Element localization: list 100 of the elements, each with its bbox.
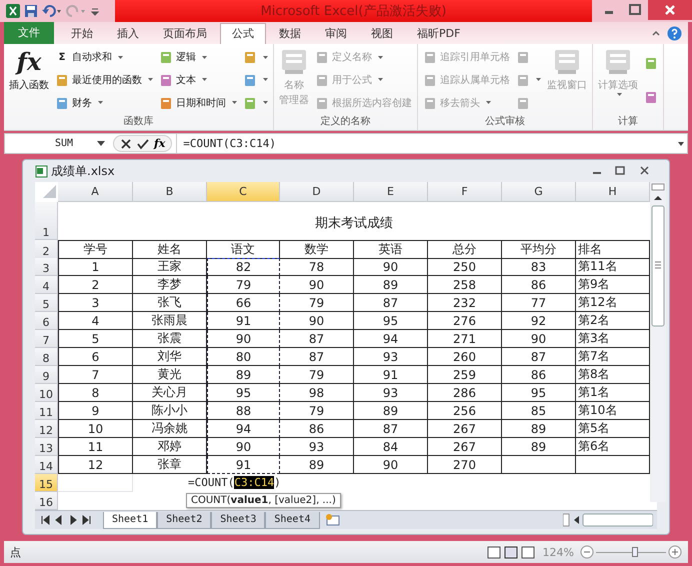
- column-header[interactable]: G: [502, 182, 576, 202]
- table-cell: 86: [502, 276, 576, 294]
- ribbon-tab[interactable]: 页面布局: [152, 24, 218, 44]
- column-header[interactable]: H: [576, 182, 650, 202]
- ribbon-button[interactable]: 文本: [157, 70, 239, 90]
- table-cell: 陈小小: [133, 402, 207, 420]
- book-icon: [315, 50, 329, 64]
- column-header[interactable]: E: [354, 182, 428, 202]
- status-mode: 点: [10, 544, 21, 560]
- view-icons[interactable]: [486, 546, 537, 558]
- column-header[interactable]: D: [280, 182, 354, 202]
- collapse-icon[interactable]: [651, 28, 661, 38]
- row-header[interactable]: 5: [35, 294, 58, 312]
- table-cell: 90: [207, 438, 280, 456]
- caret-icon: [202, 56, 207, 59]
- book-icon: [315, 72, 329, 87]
- ribbon-button[interactable]: fx 插入函数: [7, 46, 51, 114]
- ribbon-button[interactable]: 日期和时间: [157, 93, 239, 112]
- row-header[interactable]: 16: [35, 492, 58, 510]
- table-cell: 95: [502, 384, 576, 402]
- caret-icon: [98, 101, 103, 104]
- table-cell: 87: [354, 294, 428, 312]
- row-header[interactable]: 4: [35, 276, 58, 294]
- column-header[interactable]: C: [207, 182, 280, 202]
- ribbon-tab[interactable]: 视图: [360, 24, 404, 44]
- ribbon-tab[interactable]: 审阅: [314, 24, 358, 44]
- table-cell: 86: [502, 366, 576, 384]
- column-header[interactable]: B: [133, 182, 207, 202]
- sheet-tab[interactable]: Sheet4: [265, 512, 320, 528]
- horizontal-scrollbar[interactable]: [563, 513, 653, 527]
- row-header[interactable]: 13: [35, 438, 58, 456]
- row-header[interactable]: 3: [35, 258, 58, 276]
- table-cell: 8: [58, 384, 133, 402]
- name-box[interactable]: SUM: [5, 138, 93, 149]
- row-header[interactable]: 14: [35, 456, 58, 474]
- table-cell: 89: [354, 276, 428, 294]
- table-cell: 平均分: [502, 240, 576, 259]
- book-icon: [243, 72, 257, 87]
- table-cell: 260: [428, 348, 502, 366]
- enter-icon[interactable]: [137, 138, 149, 150]
- row-header[interactable]: 12: [35, 420, 58, 438]
- table-cell: 6: [58, 348, 133, 366]
- button-label: 管理器: [279, 94, 309, 107]
- table-cell: 276: [428, 312, 502, 330]
- vertical-scrollbar[interactable]: [650, 182, 666, 502]
- close-icon[interactable]: [648, 0, 692, 20]
- formula-field[interactable]: =COUNT(C3:C14): [176, 134, 671, 153]
- table-cell: 93: [280, 438, 354, 456]
- row-header[interactable]: 6: [35, 312, 58, 330]
- row-header[interactable]: 11: [35, 402, 58, 420]
- table-cell: 90: [354, 258, 428, 276]
- caret-icon: [378, 78, 383, 82]
- zoom-out-icon[interactable]: [580, 545, 594, 559]
- help-icon[interactable]: [667, 26, 682, 40]
- ribbon-button[interactable]: Σ 自动求和: [53, 48, 155, 67]
- row-header[interactable]: 1: [35, 202, 58, 240]
- row-header[interactable]: 2: [35, 240, 58, 259]
- undo-icon[interactable]: [42, 4, 62, 18]
- table-cell: 黄光: [133, 366, 207, 384]
- book-icon: [423, 50, 437, 64]
- caret-icon: [263, 78, 268, 82]
- book-icon: [516, 72, 530, 87]
- row-header[interactable]: 9: [35, 366, 58, 384]
- table-cell: 256: [428, 402, 502, 420]
- sheet-tab[interactable]: Sheet1: [103, 512, 158, 528]
- zoom-in-icon[interactable]: [668, 545, 682, 559]
- ribbon-tab[interactable]: 公式: [220, 23, 266, 44]
- caret-icon: [486, 101, 491, 104]
- ribbon-button[interactable]: 逻辑: [157, 48, 239, 67]
- cancel-icon[interactable]: [120, 138, 132, 150]
- sheet-tab[interactable]: Sheet3: [211, 512, 266, 528]
- table-cell: 英语: [354, 240, 428, 259]
- ribbon-button[interactable]: 财务: [53, 93, 155, 112]
- insert-function-button[interactable]: fx: [154, 137, 166, 150]
- column-header[interactable]: F: [428, 182, 502, 202]
- ribbon-button[interactable]: 最近使用的函数: [53, 70, 155, 90]
- cell-formula[interactable]: =COUNT(C3:C14): [133, 474, 280, 492]
- row-header[interactable]: 10: [35, 384, 58, 402]
- group-label: 计算: [617, 114, 639, 129]
- save-icon[interactable]: [24, 4, 38, 18]
- sheet-tab[interactable]: Sheet2: [157, 512, 212, 528]
- ribbon-tab[interactable]: 数据: [268, 24, 312, 44]
- ribbon-tab[interactable]: 插入: [106, 24, 150, 44]
- ribbon-tab[interactable]: 开始: [60, 24, 104, 44]
- function-tooltip: COUNT(value1, [value2], ...): [186, 493, 341, 508]
- ribbon-tab[interactable]: 文件: [4, 22, 54, 44]
- dropdown-icon[interactable]: [97, 141, 105, 146]
- table-cell: 80: [207, 348, 280, 366]
- table-cell: 1: [58, 258, 133, 276]
- ribbon-tab[interactable]: 福昕PDF: [406, 24, 472, 44]
- table-cell: 93: [354, 348, 428, 366]
- group-label: 函数库: [122, 114, 154, 129]
- row-header[interactable]: 15: [35, 474, 58, 492]
- table-cell: 4: [58, 312, 133, 330]
- row-header[interactable]: 8: [35, 348, 58, 366]
- sum-icon: Σ: [55, 52, 69, 63]
- table-cell: 86: [280, 420, 354, 438]
- book-icon: [243, 96, 257, 110]
- row-header[interactable]: 7: [35, 330, 58, 348]
- column-header[interactable]: A: [58, 182, 133, 202]
